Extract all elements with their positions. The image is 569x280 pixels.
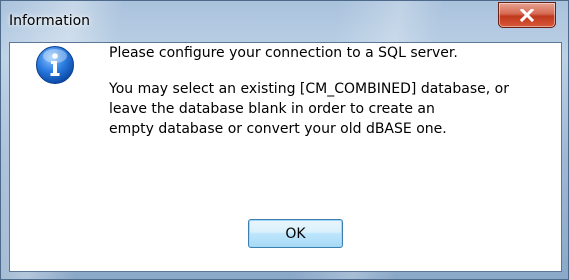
close-x-icon <box>520 9 534 22</box>
message-line: Please configure your connection to a SQ… <box>109 45 458 61</box>
information-icon <box>36 46 74 84</box>
information-dialog: Information Please configure your connec… <box>0 0 569 280</box>
message-line: leave the database blank in order to cre… <box>109 101 435 117</box>
ok-button[interactable]: OK <box>248 219 343 248</box>
message-line: You may select an existing [CM_COMBINED]… <box>109 81 509 97</box>
close-button[interactable] <box>498 2 556 28</box>
title-bar[interactable]: Information <box>1 1 569 35</box>
window-title: Information <box>9 13 91 29</box>
message-line: empty database or convert your old dBASE… <box>109 121 447 137</box>
message-text: Please configure your connection to a SQ… <box>109 43 509 139</box>
